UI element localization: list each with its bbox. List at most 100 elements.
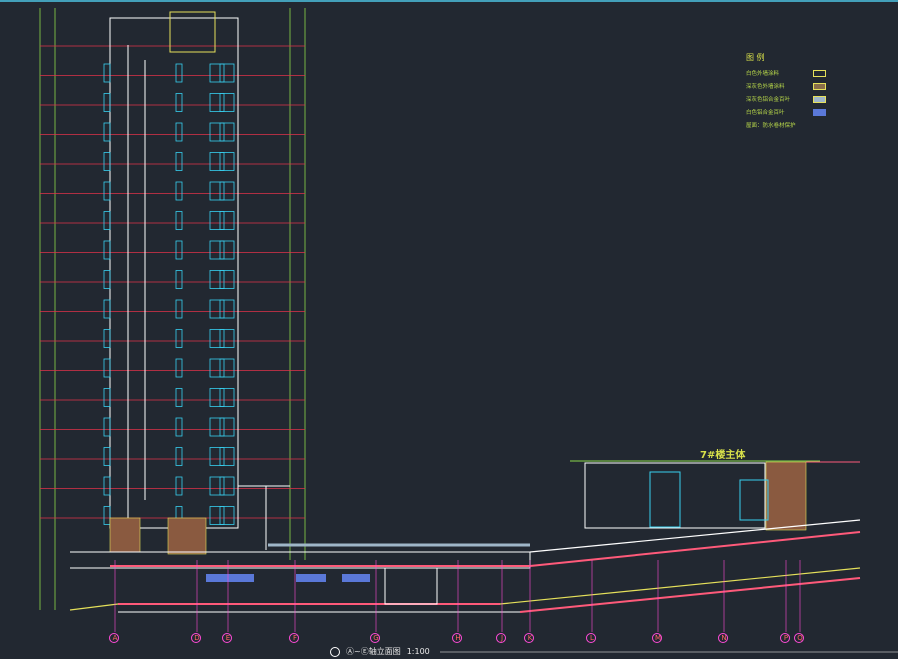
window	[209, 506, 225, 525]
legend-item: 白色铝合金百叶	[746, 106, 826, 118]
legend-swatch	[813, 69, 826, 77]
window	[103, 388, 111, 407]
window	[103, 240, 111, 260]
building-label: 7#楼主体	[700, 450, 746, 461]
window	[175, 417, 183, 437]
window	[219, 388, 235, 407]
window	[175, 93, 183, 112]
window	[103, 63, 111, 83]
window	[209, 417, 225, 437]
legend-item: 深灰色铝合金百叶	[746, 93, 826, 105]
window	[175, 358, 183, 378]
window	[209, 329, 225, 348]
window	[175, 211, 183, 230]
window	[175, 388, 183, 407]
axis-label: A	[109, 633, 121, 643]
window	[175, 476, 183, 496]
window	[219, 476, 235, 496]
window	[219, 417, 235, 437]
window	[175, 329, 183, 348]
legend-swatch	[813, 108, 826, 116]
legend-label: 白色外墙涂料	[746, 71, 780, 77]
legend-title: 图 例	[746, 53, 765, 62]
window-columns	[103, 63, 235, 525]
window	[209, 270, 225, 289]
window	[219, 93, 235, 112]
window	[103, 358, 111, 378]
window	[219, 211, 235, 230]
axis-label: L	[586, 633, 598, 643]
tower-outline	[109, 11, 290, 550]
window	[209, 240, 225, 260]
window	[219, 152, 235, 171]
legend: 图 例 白色外墙涂料 深灰色外墙涂料 深灰色铝合金百叶 白色铝合金百叶 屋面：防…	[746, 52, 826, 132]
axis-label: G	[370, 633, 382, 643]
legend-swatch	[813, 95, 826, 103]
window	[175, 122, 183, 142]
window	[103, 447, 111, 466]
window	[219, 506, 235, 525]
basement-section	[70, 543, 531, 613]
axis-label: P	[780, 633, 792, 643]
window	[219, 329, 235, 348]
window	[209, 181, 225, 201]
window	[103, 506, 111, 525]
window	[219, 240, 235, 260]
base-blocks	[109, 461, 807, 555]
section-marker-icon	[330, 646, 340, 657]
window	[209, 63, 225, 83]
window	[103, 211, 111, 230]
window	[175, 63, 183, 83]
window	[219, 181, 235, 201]
legend-item: 深灰色外墙涂料	[746, 80, 826, 92]
window	[209, 388, 225, 407]
axis-label: D	[191, 633, 203, 643]
grid-axes	[114, 560, 801, 632]
drawing-scale: 1:100	[406, 647, 430, 656]
axis-label: M	[652, 633, 664, 643]
window	[175, 152, 183, 171]
window	[209, 358, 225, 378]
window	[175, 181, 183, 201]
drawing-title-block: Ⓐ~Ⓔ轴立面图 1:100	[330, 646, 430, 657]
axis-label: Q	[794, 633, 806, 643]
window	[103, 417, 111, 437]
window	[103, 152, 111, 171]
axis-label: F	[289, 633, 301, 643]
legend-label: 屋面：防水卷材保护	[746, 123, 796, 129]
drawing-title: Ⓐ~Ⓔ轴立面图	[346, 647, 401, 656]
window	[103, 299, 111, 319]
axis-label: K	[524, 633, 536, 643]
window	[209, 476, 225, 496]
window	[175, 447, 183, 466]
window	[175, 240, 183, 260]
window	[175, 270, 183, 289]
legend-label: 深灰色铝合金百叶	[746, 97, 791, 103]
axis-label: J	[496, 633, 508, 643]
floor-level-lines	[40, 45, 305, 519]
legend-label: 白色铝合金百叶	[746, 110, 785, 116]
legend-label: 深灰色外墙涂料	[746, 84, 785, 90]
window	[219, 122, 235, 142]
window	[103, 270, 111, 289]
window	[219, 63, 235, 83]
window	[209, 93, 225, 112]
window	[103, 329, 111, 348]
legend-swatch	[813, 82, 826, 90]
window	[219, 358, 235, 378]
window	[219, 447, 235, 466]
window	[103, 93, 111, 112]
window	[209, 211, 225, 230]
axis-label: N	[718, 633, 730, 643]
window	[209, 122, 225, 142]
window	[219, 299, 235, 319]
legend-item: 屋面：防水卷材保护	[746, 119, 826, 131]
window	[175, 299, 183, 319]
window	[209, 152, 225, 171]
axis-label: E	[222, 633, 234, 643]
legend-item: 白色外墙涂料	[746, 67, 826, 79]
window	[103, 122, 111, 142]
window	[103, 476, 111, 496]
window	[209, 447, 225, 466]
window	[209, 299, 225, 319]
